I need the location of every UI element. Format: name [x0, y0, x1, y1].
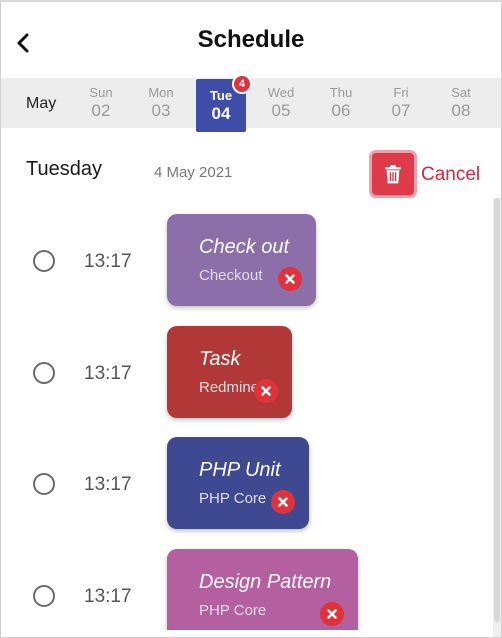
delete-button[interactable] — [369, 150, 417, 198]
event-card[interactable]: Check out Checkout — [167, 214, 316, 306]
scrollbar-thumb[interactable] — [494, 198, 500, 622]
event-subtitle: Checkout — [199, 267, 263, 284]
app-frame: Schedule May Sun 02 Mon 03 Tue 04 4 Wed … — [0, 0, 502, 638]
event-card[interactable]: Design Pattern PHP Core — [167, 549, 358, 630]
day-name: Mon — [148, 85, 174, 100]
day-wed[interactable]: Wed 05 — [256, 78, 306, 128]
day-name: Thu — [329, 85, 353, 100]
page-title: Schedule — [197, 26, 305, 53]
event-time: 13:17 — [84, 251, 132, 272]
week-strip: May Sun 02 Mon 03 Tue 04 4 Wed 05 Thu 06… — [1, 74, 501, 132]
day-fri[interactable]: Fri 07 — [376, 78, 426, 128]
cancel-button[interactable]: Cancel — [421, 164, 480, 186]
event-row: 13:17 PHP Unit PHP Core — [1, 434, 489, 534]
day-date: 02 — [91, 101, 111, 120]
close-icon — [278, 497, 288, 507]
day-date: 08 — [451, 101, 471, 120]
header: Schedule — [1, 2, 501, 78]
day-name: Sat — [451, 85, 471, 100]
event-title: Check out — [199, 236, 290, 258]
day-sun[interactable]: Sun 02 — [76, 78, 126, 128]
day-name: Wed — [267, 85, 295, 100]
selected-full-date: 4 May 2021 — [154, 164, 233, 181]
event-time: 13:17 — [84, 586, 132, 607]
close-icon — [261, 386, 271, 396]
event-title: Task — [199, 348, 241, 370]
day-date: 04 — [211, 104, 231, 123]
select-radio[interactable] — [33, 585, 55, 607]
event-subtitle: PHP Core — [199, 490, 267, 507]
close-icon — [327, 609, 337, 619]
day-date: 06 — [331, 101, 351, 120]
select-radio[interactable] — [33, 473, 55, 495]
event-title: Design Pattern — [199, 571, 332, 593]
event-subtitle: Redmine — [199, 379, 260, 396]
event-title: PHP Unit — [199, 459, 281, 481]
remove-event-button[interactable] — [278, 267, 302, 291]
day-thu[interactable]: Thu 06 — [316, 78, 366, 128]
remove-event-button[interactable] — [320, 602, 344, 626]
event-row: 13:17 Check out Checkout — [1, 211, 489, 311]
event-card[interactable]: Task Redmine — [167, 326, 292, 418]
select-radio[interactable] — [33, 362, 55, 384]
month-label: May — [26, 95, 57, 112]
selected-day-name: Tuesday — [26, 158, 102, 180]
event-time: 13:17 — [84, 363, 132, 384]
event-subtitle: PHP Core — [199, 602, 267, 619]
event-count-badge: 4 — [232, 74, 252, 94]
day-sat[interactable]: Sat 08 — [436, 78, 486, 128]
event-row: 13:17 Design Pattern PHP Core — [1, 546, 489, 630]
remove-event-button[interactable] — [271, 490, 295, 514]
trash-icon — [385, 164, 401, 183]
event-time: 13:17 — [84, 474, 132, 495]
day-name: Sun — [89, 85, 113, 100]
event-row: 13:17 Task Redmine — [1, 323, 489, 423]
event-card[interactable]: PHP Unit PHP Core — [167, 437, 309, 529]
day-tue[interactable]: Tue 04 4 — [196, 74, 252, 132]
day-date: 07 — [391, 101, 411, 120]
day-name: Fri — [393, 85, 409, 100]
close-icon — [285, 274, 295, 284]
day-date: 05 — [271, 101, 291, 120]
remove-event-button[interactable] — [254, 379, 278, 403]
day-date: 03 — [151, 101, 171, 120]
day-mon[interactable]: Mon 03 — [136, 78, 186, 128]
select-radio[interactable] — [33, 250, 55, 272]
